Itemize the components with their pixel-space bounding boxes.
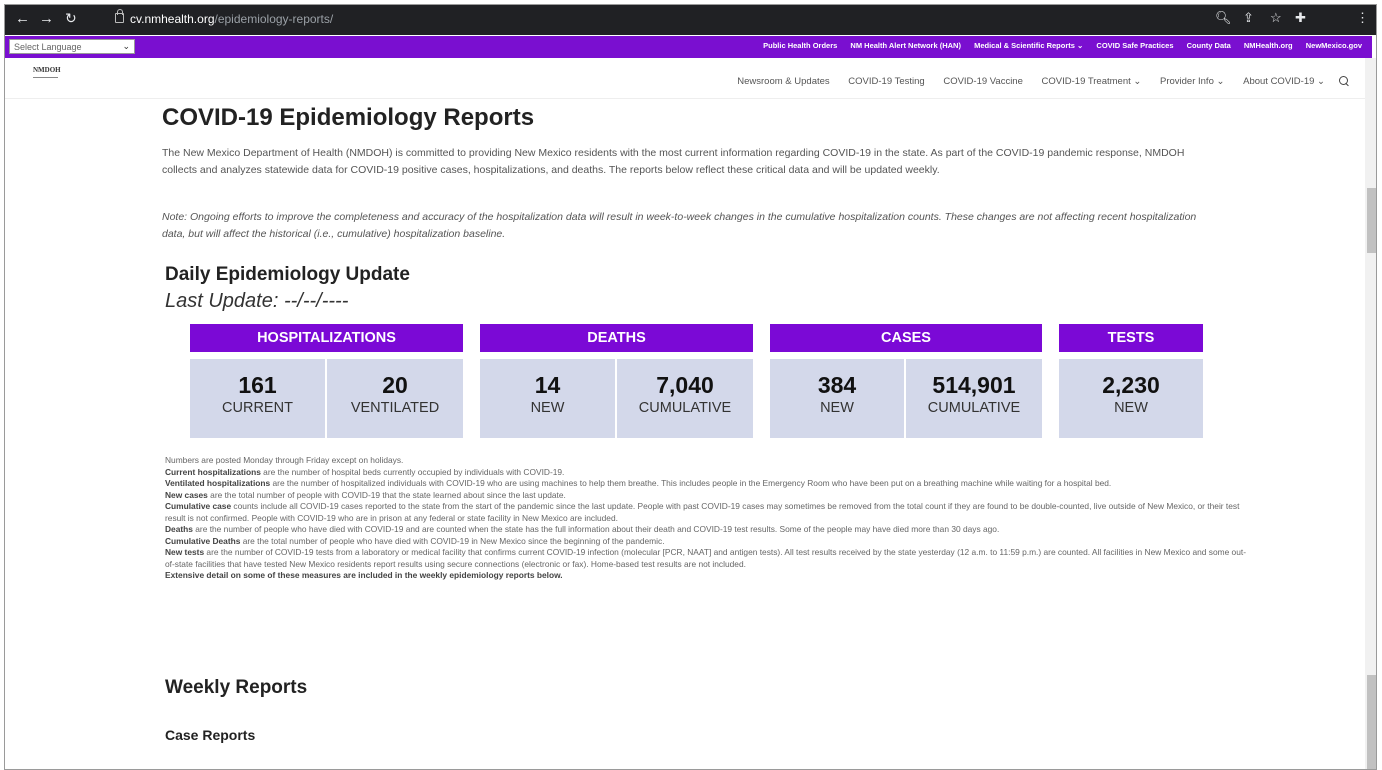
- deaths-cumulative-label: CUMULATIVE: [638, 400, 732, 416]
- def-ventilated-term: Ventilated hospitalizations: [165, 478, 271, 488]
- cases-new-label: NEW: [820, 400, 854, 416]
- tests-new-cell: 2,230 NEW: [1059, 359, 1203, 438]
- deaths-cumulative-value: 7,040: [656, 372, 714, 398]
- share-icon[interactable]: ⇪: [1243, 10, 1254, 26]
- browser-toolbar: ← → ↻ cv.nmhealth.org/epidemiology-repor…: [5, 5, 1376, 35]
- language-select[interactable]: Select Language ⌄: [9, 39, 135, 54]
- cases-new-value: 384: [817, 372, 857, 398]
- cases-cumulative-label: CUMULATIVE: [927, 400, 1021, 416]
- tests-new-label: NEW: [1114, 400, 1148, 416]
- link-covid-safe-practices[interactable]: COVID Safe Practices: [1096, 41, 1173, 50]
- reload-icon[interactable]: ↻: [65, 10, 77, 27]
- def-current-text: are the number of hospital beds currentl…: [260, 466, 565, 477]
- deaths-header: DEATHS: [480, 324, 753, 352]
- link-health-alert-network[interactable]: NM Health Alert Network (HAN): [850, 41, 961, 50]
- cases-cumulative-cell: 514,901 CUMULATIVE: [906, 359, 1042, 438]
- nav-treatment[interactable]: COVID-19 Treatment ⌄: [1042, 76, 1142, 87]
- def-cumdeaths-text: are the total number of people who have …: [240, 535, 665, 546]
- forward-arrow-icon[interactable]: →: [39, 10, 54, 27]
- hospitalizations-header: HOSPITALIZATIONS: [190, 324, 463, 352]
- def-newcases-text: are the total number of people with COVI…: [207, 489, 566, 500]
- nav-testing[interactable]: COVID-19 Testing: [848, 76, 924, 87]
- page-title: COVID-19 Epidemiology Reports: [162, 104, 535, 131]
- menu-kebab-icon[interactable]: ⋮: [1356, 10, 1369, 26]
- tests-new-value: 2,230: [1102, 372, 1160, 398]
- hospitalizations-ventilated-cell: 20 VENTILATED: [327, 359, 463, 438]
- link-county-data[interactable]: County Data: [1187, 41, 1231, 50]
- language-select-value: Select Language: [14, 42, 82, 52]
- site-header: NMDOH Newsroom & Updates COVID-19 Testin…: [5, 58, 1365, 99]
- deaths-new-cell: 14 NEW: [480, 359, 615, 438]
- link-public-health-orders[interactable]: Public Health Orders: [763, 41, 837, 50]
- chevron-down-icon: ⌄: [122, 41, 130, 51]
- definitions-block: Numbers are posted Monday through Friday…: [165, 455, 1255, 582]
- cases-header: CASES: [770, 324, 1042, 352]
- note-paragraph: Note: Ongoing efforts to improve the com…: [162, 211, 1197, 240]
- case-reports-title: Case Reports: [165, 727, 256, 743]
- cases-cumulative-value: 514,901: [932, 372, 1016, 398]
- intro-paragraph: The New Mexico Department of Health (NMD…: [162, 147, 1185, 176]
- extensions-puzzle-icon[interactable]: ✚: [1295, 10, 1306, 26]
- link-newmexico-gov[interactable]: NewMexico.gov: [1306, 41, 1362, 50]
- address-bar[interactable]: cv.nmhealth.org/epidemiology-reports/: [130, 12, 333, 26]
- bookmark-star-icon[interactable]: ☆: [1270, 10, 1282, 26]
- back-arrow-icon[interactable]: ←: [15, 10, 30, 27]
- daily-update-title: Daily Epidemiology Update: [165, 264, 410, 285]
- scrollbar-thumb-lower[interactable]: [1367, 675, 1376, 769]
- main-nav: Newsroom & Updates COVID-19 Testing COVI…: [721, 76, 1325, 87]
- last-update: Last Update: --/--/----: [165, 290, 349, 312]
- scrollbar[interactable]: [1365, 58, 1376, 769]
- hospitalizations-ventilated-value: 20: [382, 372, 408, 398]
- nav-newsroom[interactable]: Newsroom & Updates: [737, 76, 829, 87]
- nmdoh-logo[interactable]: NMDOH: [33, 66, 61, 78]
- link-medical-scientific-reports[interactable]: Medical & Scientific Reports ⌄: [974, 41, 1083, 50]
- deaths-new-label: NEW: [530, 400, 565, 416]
- def-ventilated-text: are the number of hospitalized individua…: [270, 478, 1112, 488]
- def-cumcase-term: Cumulative case: [165, 501, 232, 511]
- def-deaths-term: Deaths: [165, 524, 193, 534]
- url-host: cv.nmhealth.org: [130, 12, 215, 26]
- link-nmhealth[interactable]: NMHealth.org: [1244, 41, 1293, 50]
- search-icon[interactable]: [1339, 76, 1349, 86]
- def-newtests-term: New tests: [165, 547, 205, 557]
- hospitalizations-card: HOSPITALIZATIONS 161 CURRENT 20 VENTILAT…: [190, 324, 463, 438]
- hospitalizations-current-cell: 161 CURRENT: [190, 359, 325, 438]
- nav-about[interactable]: About COVID-19 ⌄: [1243, 76, 1325, 87]
- zoom-icon[interactable]: 🔍︎: [1215, 10, 1232, 26]
- cases-new-cell: 384 NEW: [770, 359, 904, 438]
- hospitalizations-current-value: 161: [238, 372, 277, 398]
- url-path: /epidemiology-reports/: [214, 12, 334, 26]
- def-newtests-text: are the number of COVID-19 tests from a …: [165, 547, 1246, 569]
- def-deaths-text: are the number of people who have died w…: [192, 524, 1000, 534]
- cases-card: CASES 384 NEW 514,901 CUMULATIVE: [770, 324, 1042, 438]
- hospitalizations-ventilated-label: VENTILATED: [350, 400, 440, 416]
- nav-provider-info[interactable]: Provider Info ⌄: [1160, 76, 1224, 87]
- def-cumdeaths-term: Cumulative Deaths: [165, 535, 241, 546]
- scrollbar-thumb[interactable]: [1367, 188, 1376, 253]
- def-current-term: Current hospitalizations: [165, 466, 261, 477]
- def-cumcase-text: counts include all COVID-19 cases report…: [165, 501, 1240, 523]
- weekly-reports-title: Weekly Reports: [165, 677, 308, 698]
- tests-card: TESTS 2,230 NEW: [1059, 324, 1203, 438]
- browser-window: ← → ↻ cv.nmhealth.org/epidemiology-repor…: [4, 4, 1377, 770]
- extensive-detail-note: Extensive detail on some of these measur…: [165, 570, 563, 580]
- utility-bar: Select Language ⌄ Public Health Orders N…: [5, 36, 1372, 58]
- utility-links: Public Health Orders NM Health Alert Net…: [752, 41, 1362, 50]
- nav-vaccine[interactable]: COVID-19 Vaccine: [943, 76, 1023, 87]
- posted-note: Numbers are posted Monday through Friday…: [165, 455, 404, 465]
- tests-header: TESTS: [1059, 324, 1203, 352]
- deaths-new-value: 14: [534, 372, 561, 398]
- deaths-cumulative-cell: 7,040 CUMULATIVE: [617, 359, 753, 438]
- lock-icon[interactable]: [115, 9, 124, 23]
- hospitalizations-current-label: CURRENT: [222, 400, 293, 416]
- def-newcases-term: New cases: [165, 489, 208, 500]
- deaths-card: DEATHS 14 NEW 7,040 CUMULATIVE: [480, 324, 753, 438]
